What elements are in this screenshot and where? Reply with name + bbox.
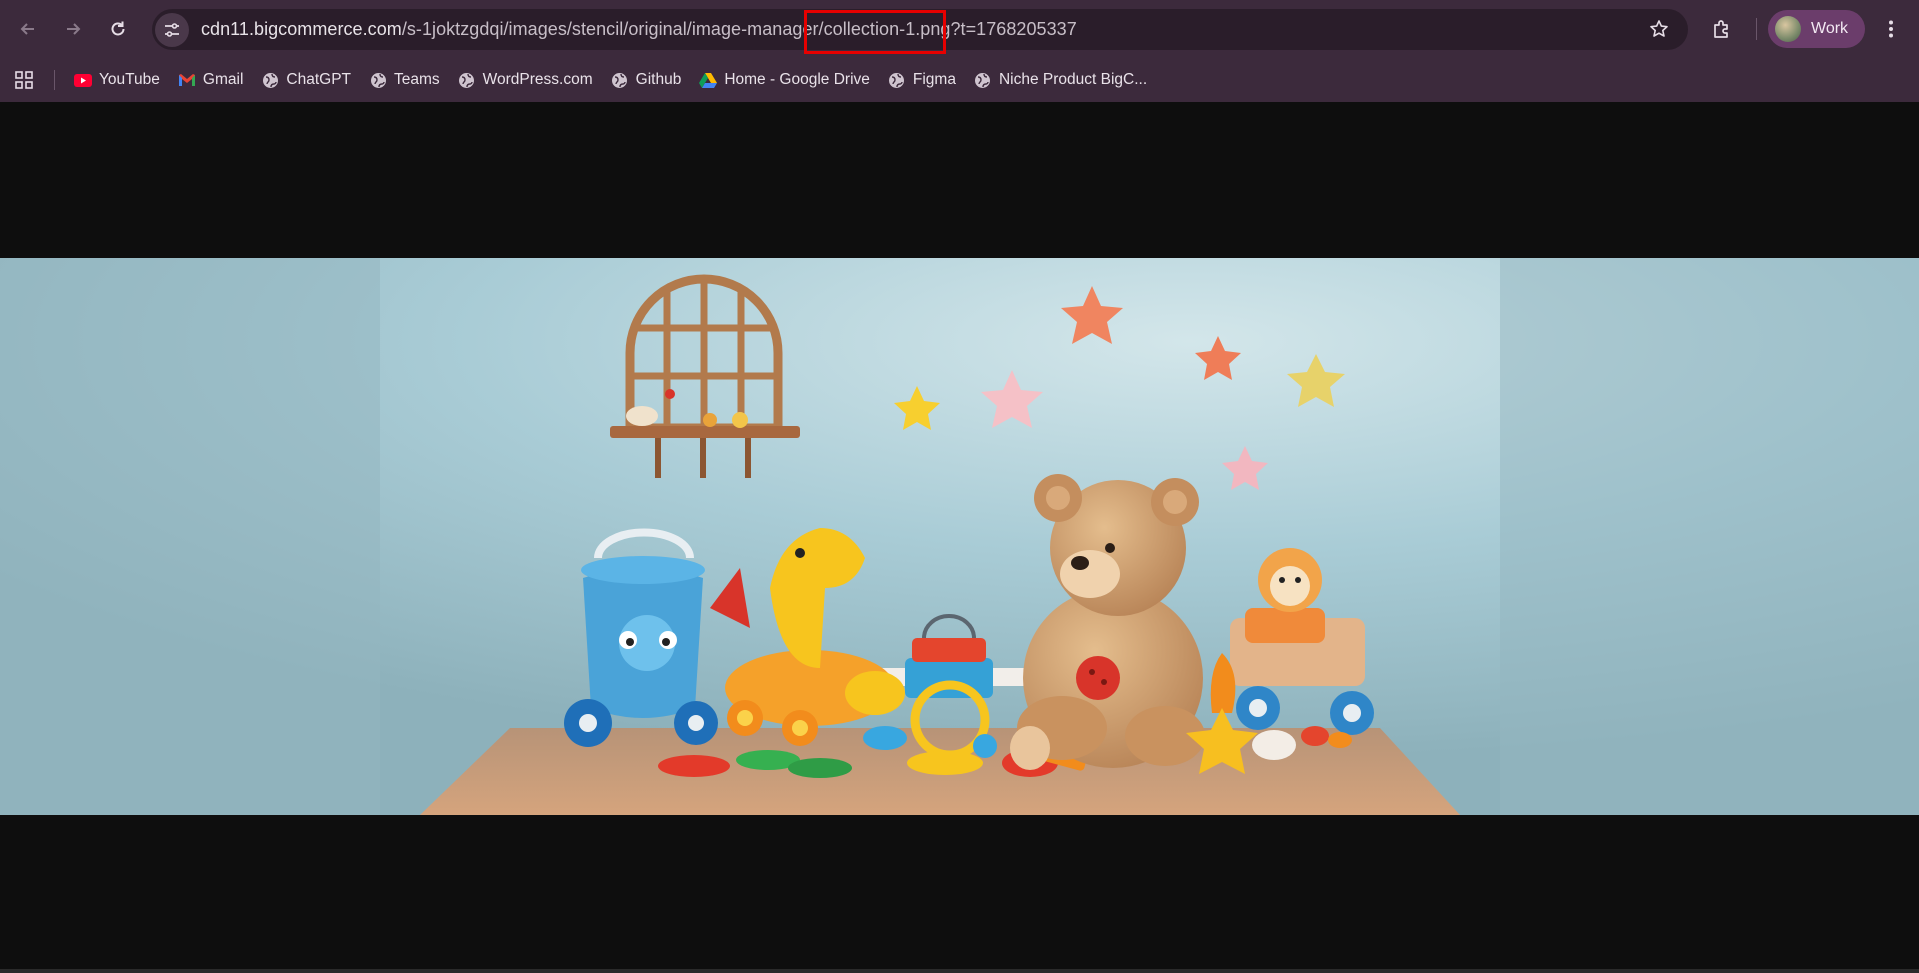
reload-icon — [111, 21, 125, 36]
arrow-right-icon — [67, 23, 81, 35]
page-bottom-edge — [0, 969, 1919, 973]
bookmark-label: Teams — [394, 71, 440, 88]
bookmark-label: Niche Product BigC... — [998, 71, 1148, 88]
bookmark-label: WordPress.com — [482, 71, 593, 88]
bookmark-label: Gmail — [202, 71, 244, 88]
globe-icon — [458, 71, 476, 89]
globe-icon — [369, 71, 387, 89]
back-button[interactable] — [6, 7, 50, 51]
bookmark-label: Home - Google Drive — [724, 71, 870, 88]
more-vertical-icon — [1889, 20, 1893, 38]
youtube-icon — [74, 71, 92, 89]
avatar — [1775, 16, 1801, 42]
toolbar-divider — [1756, 18, 1757, 40]
apps-button[interactable] — [12, 68, 36, 92]
google-drive-icon — [699, 71, 718, 89]
url-text[interactable]: cdn11.bigcommerce.com/s-1joktzgdqi/image… — [201, 19, 1077, 40]
browser-toolbar: cdn11.bigcommerce.com/s-1joktzgdqi/image… — [0, 0, 1919, 58]
star-icon — [1650, 20, 1668, 37]
bookmark-niche-product[interactable]: Niche Product BigC... — [965, 64, 1156, 96]
bookmark-label: Github — [635, 71, 682, 88]
puzzle-icon — [1714, 20, 1728, 38]
bookmark-figma[interactable]: Figma — [879, 64, 965, 96]
url-host: cdn11.bigcommerce.com — [201, 19, 402, 39]
bookmark-youtube[interactable]: YouTube — [65, 64, 169, 96]
bookmark-chatgpt[interactable]: ChatGPT — [252, 64, 360, 96]
globe-icon — [611, 71, 629, 89]
globe-icon — [261, 71, 279, 89]
bookmark-google-drive[interactable]: Home - Google Drive — [690, 64, 879, 96]
bookmarks-bar: YouTube Gmail ChatGPT Teams WordPress.co… — [0, 58, 1919, 102]
reload-button[interactable] — [96, 7, 140, 51]
globe-icon — [974, 71, 992, 89]
profile-label: Work — [1811, 20, 1849, 37]
globe-icon — [888, 71, 906, 89]
extensions-button[interactable] — [1705, 12, 1739, 46]
forward-button[interactable] — [51, 7, 95, 51]
apps-grid-icon — [15, 71, 33, 89]
bookmark-star-button[interactable] — [1642, 12, 1676, 46]
bookmark-label: YouTube — [99, 71, 160, 88]
profile-button[interactable]: Work — [1768, 10, 1865, 48]
toy-scene-illustration — [0, 258, 1919, 815]
bookmark-label: Figma — [912, 71, 956, 88]
address-bar[interactable]: cdn11.bigcommerce.com/s-1joktzgdqi/image… — [152, 9, 1688, 50]
bookmark-teams[interactable]: Teams — [360, 64, 449, 96]
image-viewer — [0, 102, 1919, 973]
bookmarks-separator — [54, 70, 55, 90]
gmail-icon — [178, 71, 196, 89]
url-path: /s-1joktzgdqi/images/stencil/original/im… — [401, 19, 1077, 39]
bookmark-wordpress[interactable]: WordPress.com — [449, 64, 602, 96]
bookmark-gmail[interactable]: Gmail — [169, 64, 252, 96]
bookmark-label: ChatGPT — [286, 71, 352, 88]
tune-icon — [165, 22, 179, 37]
site-info-button[interactable] — [155, 12, 189, 47]
arrow-left-icon — [20, 23, 34, 35]
browser-menu-button[interactable] — [1876, 12, 1906, 46]
toy-collection-image — [0, 258, 1919, 815]
bookmark-github[interactable]: Github — [602, 64, 691, 96]
